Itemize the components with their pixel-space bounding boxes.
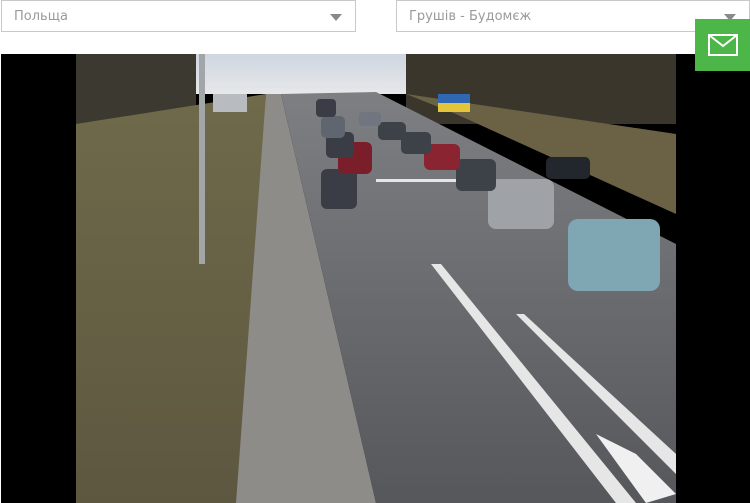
country-select[interactable]: Польща xyxy=(1,0,356,32)
country-select-value: Польща xyxy=(14,8,68,24)
crossing-select-value: Грушів - Будомєж xyxy=(409,8,532,24)
contact-button[interactable] xyxy=(695,19,750,71)
camera-feed xyxy=(1,54,750,503)
mail-icon xyxy=(707,34,738,56)
camera-image xyxy=(76,54,676,503)
chevron-down-icon xyxy=(330,14,342,21)
